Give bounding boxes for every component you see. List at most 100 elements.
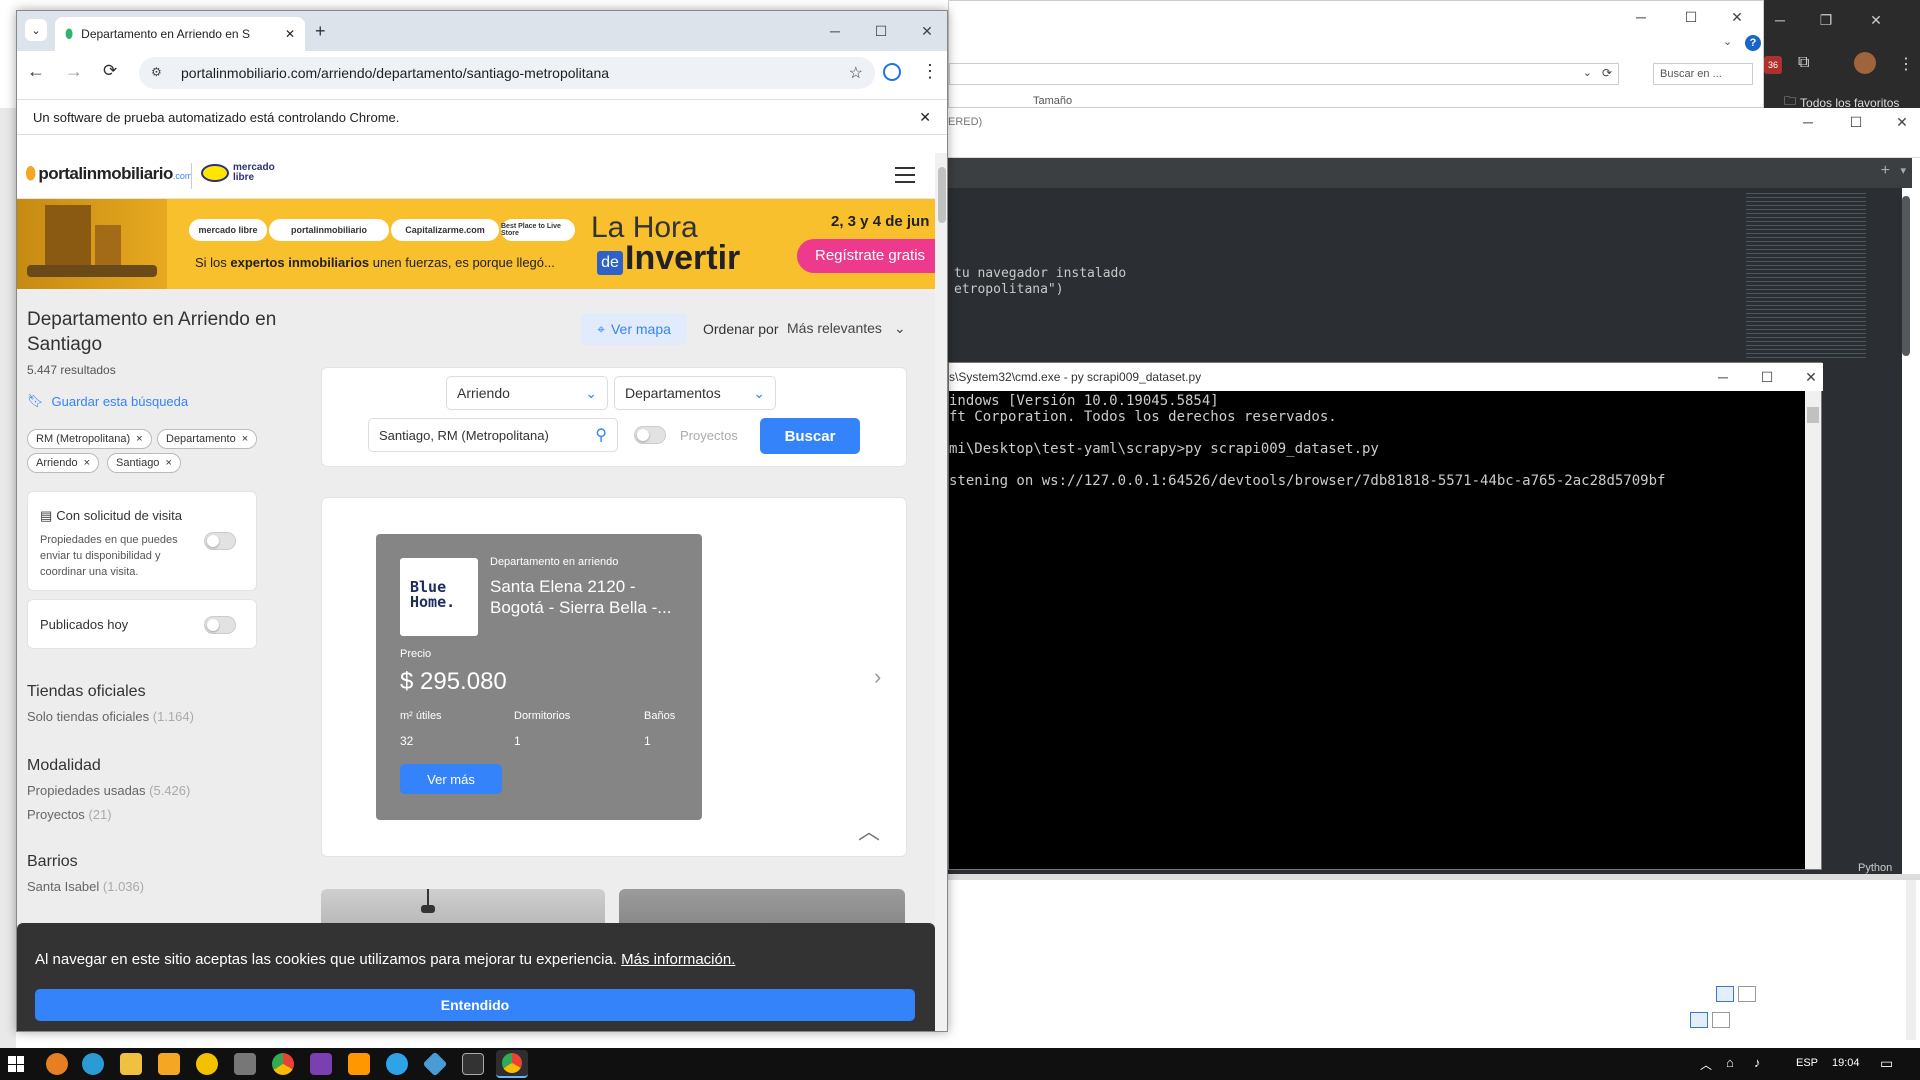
explorer-refresh-icon[interactable]: ⟳: [1602, 66, 1612, 80]
filter-chip[interactable]: RM (Metropolitana) ×: [27, 429, 152, 449]
map-button[interactable]: ⌖ Ver mapa: [581, 313, 687, 345]
explorer-help-icon[interactable]: ?: [1745, 35, 1761, 51]
cmd-icon[interactable]: [462, 1053, 484, 1075]
profile-avatar[interactable]: [1854, 52, 1876, 74]
save-search-link[interactable]: 🔖︎ Guardar esta búsqueda: [27, 393, 188, 409]
bg-chrome-restore[interactable]: ❐: [1814, 8, 1838, 32]
tray-clock[interactable]: 19:04: [1832, 1057, 1860, 1069]
bg-chrome-menu-icon[interactable]: ⋮: [1898, 54, 1914, 74]
search-button[interactable]: Buscar: [760, 418, 860, 454]
cookie-accept-button[interactable]: Entendido: [35, 989, 915, 1021]
misc-app-icon[interactable]: [234, 1053, 256, 1075]
cmd-minimize[interactable]: ─: [1711, 365, 1735, 389]
editor-tab-menu-icon[interactable]: ▾: [1900, 164, 1906, 177]
explorer-column-size[interactable]: Tamaño: [1033, 95, 1072, 107]
slack-like-icon[interactable]: [310, 1053, 332, 1075]
explorer-close-button[interactable]: ✕: [1725, 5, 1749, 29]
filter-link[interactable]: Santa Isabel (1.036): [27, 879, 144, 894]
cmd-maximize[interactable]: ☐: [1755, 365, 1779, 389]
chrome-canary-icon[interactable]: [196, 1053, 218, 1075]
explorer-maximize-button[interactable]: ☐: [1679, 5, 1703, 29]
bg-chrome-minimize[interactable]: ─: [1768, 8, 1792, 32]
explorer-search-input[interactable]: Buscar en ...: [1653, 63, 1753, 85]
filter-link[interactable]: Solo tiendas oficiales (1.164): [27, 709, 194, 724]
cmd-scrollbar[interactable]: [1805, 391, 1821, 869]
extensions-puzzle-icon[interactable]: ⧉: [1798, 54, 1809, 72]
tray-language[interactable]: ESP: [1796, 1057, 1818, 1069]
page-scrollbar[interactable]: [935, 153, 947, 1031]
address-bar[interactable]: ⚙ portalinmobiliario.com/arriendo/depart…: [139, 57, 875, 89]
chrome-active-icon[interactable]: [496, 1050, 528, 1078]
sort-dropdown[interactable]: Más relevantes ⌄: [787, 320, 906, 337]
bookmark-star-icon[interactable]: ☆: [849, 63, 863, 83]
filter-link[interactable]: Propiedades usadas (5.426): [27, 783, 190, 798]
mercadolibre-logo[interactable]: mercado libre: [201, 163, 283, 183]
filter-chip[interactable]: Arriendo ×: [27, 453, 100, 473]
hamburger-menu-icon[interactable]: [895, 167, 915, 183]
messaging-icon[interactable]: [386, 1053, 408, 1075]
tiles-view-icon-2[interactable]: [1712, 1012, 1730, 1028]
site-info-icon[interactable]: ⚙: [151, 65, 162, 79]
chrome-menu-icon[interactable]: ⋮: [921, 61, 939, 82]
tray-chevron-icon[interactable]: ︿: [1700, 1056, 1712, 1073]
filter-link[interactable]: Proyectos (21): [27, 807, 112, 822]
pinned-app-icon[interactable]: [46, 1053, 68, 1075]
location-input[interactable]: Santiago, RM (Metropolitana) ⚲: [368, 418, 618, 452]
editor-scrollbar[interactable]: [1902, 196, 1910, 356]
details-view-icon-2[interactable]: [1690, 1012, 1708, 1028]
sublime-icon[interactable]: [348, 1053, 370, 1075]
cookie-more-info-link[interactable]: Más información.: [621, 951, 735, 968]
scroll-top-icon[interactable]: ︿: [858, 814, 880, 846]
editor-add-tab-icon[interactable]: +: [1881, 162, 1890, 180]
tray-volume-icon[interactable]: ♪: [1754, 1055, 1761, 1070]
tab-close-icon[interactable]: ✕: [285, 27, 295, 41]
today-filter-toggle[interactable]: [204, 616, 236, 634]
details-view-icon[interactable]: [1716, 986, 1734, 1002]
editor-maximize[interactable]: ☐: [1844, 110, 1868, 134]
carousel-next-icon[interactable]: ›: [874, 664, 881, 690]
notifications-icon[interactable]: ▭: [1880, 1055, 1893, 1072]
search-icon[interactable]: ⚲: [595, 425, 607, 445]
filter-chip[interactable]: Departamento ×: [157, 429, 258, 449]
profile-icon[interactable]: [883, 63, 901, 81]
file-explorer-icon[interactable]: [120, 1053, 142, 1075]
chrome-minimize-button[interactable]: ─: [823, 19, 847, 43]
start-windows-icon[interactable]: [8, 1056, 24, 1072]
filter-chip[interactable]: Santiago ×: [107, 453, 181, 473]
chrome-maximize-button[interactable]: ☐: [869, 19, 893, 43]
media-app-icon[interactable]: [158, 1053, 180, 1075]
chrome-icon[interactable]: [272, 1053, 294, 1075]
tiles-view-icon[interactable]: [1738, 986, 1756, 1002]
visit-filter-toggle[interactable]: [204, 532, 236, 550]
banner-register-button[interactable]: Regístrate gratis: [797, 239, 935, 273]
page-scroll-thumb[interactable]: [938, 167, 946, 223]
editor-status-lang[interactable]: Python: [1858, 862, 1892, 874]
tray-network-icon[interactable]: ⌂: [1726, 1055, 1734, 1070]
new-tab-button[interactable]: +: [315, 21, 326, 42]
chip-close-icon[interactable]: ×: [165, 457, 171, 469]
url-text[interactable]: portalinmobiliario.com/arriendo/departam…: [181, 65, 609, 81]
chrome-close-button[interactable]: ✕: [915, 19, 939, 43]
explorer-address-bar[interactable]: ⌄ ⟳: [949, 63, 1619, 85]
chip-close-icon[interactable]: ×: [136, 433, 142, 445]
extension-badge-icon[interactable]: 36: [1764, 56, 1782, 74]
edge-icon[interactable]: [82, 1053, 104, 1075]
bg-chrome-close[interactable]: ✕: [1864, 8, 1888, 32]
chip-close-icon[interactable]: ×: [242, 433, 248, 445]
explorer-dropdown-icon[interactable]: ⌄: [1583, 66, 1592, 79]
portal-logo[interactable]: ⬮ portalinmobiliario .com: [25, 163, 192, 184]
right-scrollbar[interactable]: [1906, 880, 1916, 1040]
editor-minimap[interactable]: [1746, 190, 1866, 360]
type-select[interactable]: Departamentos ⌄: [614, 376, 776, 410]
back-arrow-icon[interactable]: ←: [27, 61, 45, 82]
editor-close[interactable]: ✕: [1890, 110, 1914, 134]
infobar-close-icon[interactable]: ✕: [919, 109, 931, 126]
editor-minimize[interactable]: ─: [1796, 110, 1820, 134]
forward-arrow-icon[interactable]: →: [65, 61, 83, 82]
cmd-scroll-thumb[interactable]: [1807, 407, 1819, 423]
tab-active[interactable]: ⬮ Departamento en Arriendo en S ✕: [55, 17, 305, 51]
explorer-minimize-button[interactable]: ─: [1629, 5, 1653, 29]
cmd-close[interactable]: ✕: [1799, 365, 1823, 389]
promo-banner[interactable]: mercado libre portalinmobiliario Capital…: [17, 199, 935, 289]
tab-search-button[interactable]: ⌄: [25, 19, 47, 41]
